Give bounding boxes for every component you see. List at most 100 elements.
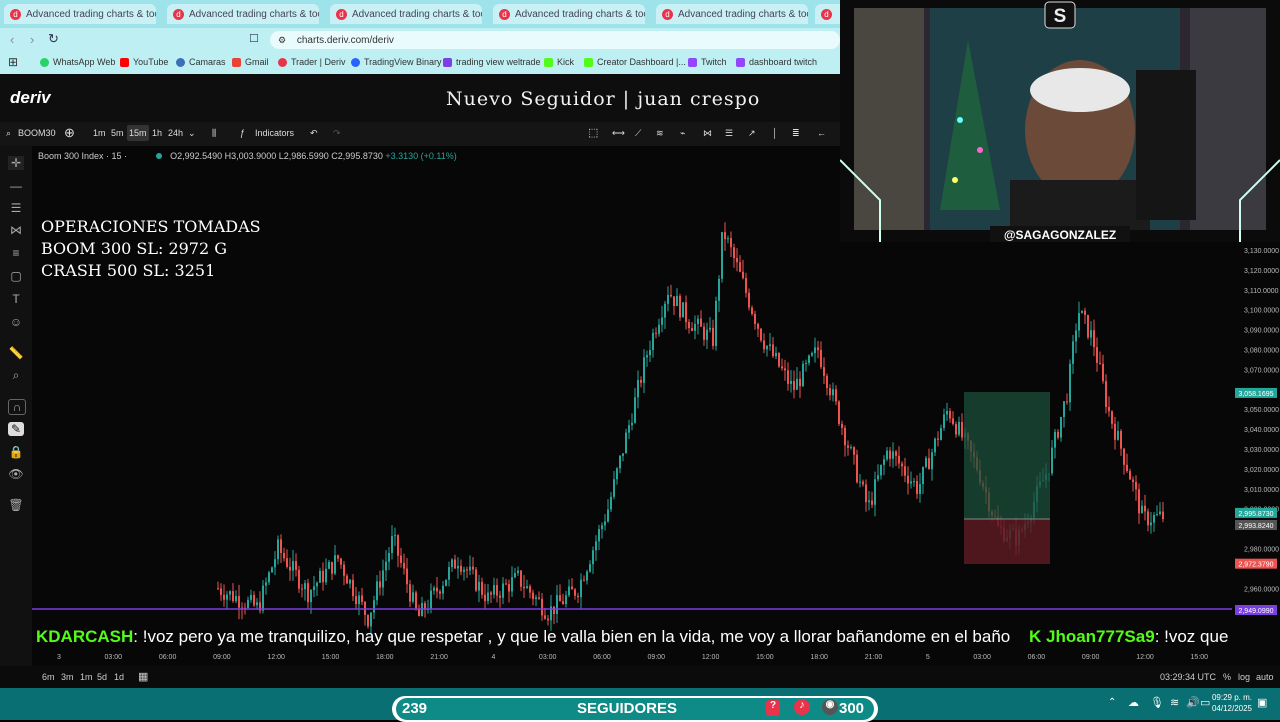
bookmark-kick[interactable]: Kick	[544, 57, 574, 67]
browser-tab[interactable]: dAdvanced trading charts & tools | Tr×	[330, 4, 482, 24]
apps-grid-icon[interactable]: ⊞	[8, 55, 18, 69]
chevron-down-icon[interactable]: ⌄	[188, 128, 196, 139]
crosshair-icon[interactable]: ✛	[8, 156, 24, 170]
fib-tool-icon[interactable]: ☰	[725, 128, 733, 139]
candle-up	[526, 586, 528, 589]
parallel-lines-tool-icon[interactable]: ≣	[792, 128, 800, 139]
time-tick-label: 12:00	[702, 654, 720, 661]
candle-up	[910, 481, 912, 484]
candle-down	[871, 500, 873, 505]
channel-tool-icon[interactable]: ≋	[656, 128, 664, 139]
percent-toggle[interactable]: %	[1223, 672, 1231, 682]
forward-icon[interactable]: ›	[30, 32, 34, 47]
range-1m[interactable]: 1m	[80, 672, 93, 682]
bookmark-tradingview[interactable]: TradingView Binary	[351, 57, 442, 67]
range-5d[interactable]: 5d	[97, 672, 107, 682]
battery-icon[interactable]: ▭	[1200, 696, 1210, 709]
time-tick-label: 09:00	[648, 654, 666, 661]
bookmark-deriv[interactable]: Trader | Deriv	[278, 57, 346, 67]
microphone-icon[interactable]: 🎙	[1150, 696, 1164, 709]
timeframe-1m[interactable]: 1m	[93, 128, 106, 138]
trend-line-tool-icon[interactable]: ⟋	[635, 128, 641, 139]
line-tool-icon[interactable]: —	[8, 179, 24, 193]
vertical-line-tool-icon[interactable]: │	[772, 128, 778, 138]
auto-toggle[interactable]: auto	[1256, 672, 1274, 682]
bookmark-dashboard-twitch[interactable]: dashboard twitch	[736, 57, 817, 67]
pattern-tool-icon[interactable]: ⋈	[703, 128, 712, 139]
taskbar-time[interactable]: 09:29 p. m.	[1210, 693, 1252, 702]
arrow-tool-icon[interactable]: ←	[817, 128, 826, 138]
wifi-icon[interactable]: ≋	[1170, 696, 1179, 709]
candle-down	[829, 388, 831, 396]
time-tick-label: 15:00	[322, 654, 340, 661]
position-tool[interactable]	[964, 392, 1050, 564]
candle-up	[883, 459, 885, 465]
reload-icon[interactable]: ↻	[48, 31, 59, 47]
timeframe-1h[interactable]: 1h	[152, 128, 162, 138]
bookmark-star-icon[interactable]: ☐	[249, 32, 259, 45]
fib-tool-icon[interactable]: ≡	[8, 246, 24, 260]
deriv-logo[interactable]: deriv	[10, 88, 51, 108]
candle-up	[391, 536, 393, 553]
taskbar-date[interactable]: 04/12/2025	[1210, 704, 1252, 713]
browser-tab[interactable]: dAdvanced trading charts & tools | Tr×	[4, 4, 156, 24]
indicators-button[interactable]: Indicators	[255, 128, 294, 138]
search-icon[interactable]: ⌕	[6, 128, 11, 139]
rectangle-tool-icon[interactable]: ⬚	[588, 126, 598, 139]
notifications-icon[interactable]: ▣	[1257, 696, 1267, 709]
emoji-tool-icon[interactable]: ☺	[8, 315, 24, 329]
candle-down	[523, 586, 525, 589]
zoom-icon[interactable]: ⌕	[8, 368, 24, 382]
range-1d[interactable]: 1d	[114, 672, 124, 682]
bookmark-youtube[interactable]: YouTube	[120, 57, 168, 67]
cloud-icon[interactable]: ☁	[1128, 696, 1139, 709]
lock-icon[interactable]: 🔒	[8, 445, 24, 459]
calendar-icon[interactable]: ▦	[138, 670, 148, 683]
candle-type-icon[interactable]: ⫼	[212, 128, 216, 139]
draw-mode-icon[interactable]: ✎	[8, 422, 24, 436]
browser-tab[interactable]: dAdvanced trading charts & tools | Tr×	[656, 4, 808, 24]
bookmark-whatsapp[interactable]: WhatsApp Web	[40, 57, 115, 67]
volume-icon[interactable]: 🔊	[1186, 696, 1200, 709]
horizontal-line-tool-icon[interactable]: ⟷	[612, 128, 625, 139]
symbol-search[interactable]: BOOM300	[18, 128, 56, 138]
undo-icon[interactable]: ↶	[310, 128, 318, 139]
redo-icon[interactable]: ↷	[333, 128, 341, 139]
bookmark-gmail[interactable]: Gmail	[232, 57, 269, 67]
bookmark-tradingview-weltrade[interactable]: trading view weltrade	[443, 57, 541, 67]
bookmark-camaras[interactable]: Camaras	[176, 57, 226, 67]
ruler-icon[interactable]: 📏	[8, 346, 24, 360]
candle-up	[1156, 514, 1158, 516]
pattern-tool-icon[interactable]: ⋈	[8, 223, 24, 237]
range-3m[interactable]: 3m	[61, 672, 74, 682]
bookmark-creator-dashboard[interactable]: Creator Dashboard |...	[584, 57, 686, 67]
candle-down	[280, 539, 282, 553]
browser-tab[interactable]: dAdvanced trading charts & tools | Tr×	[493, 4, 645, 24]
candle-up	[601, 525, 603, 530]
utc-clock[interactable]: 03:29:34 UTC	[1160, 672, 1216, 682]
instrument-name[interactable]: Boom 300 Index · 15 ·	[38, 151, 127, 161]
path-tool-icon[interactable]: ⌁	[680, 128, 685, 139]
timeframe-15m[interactable]: 15m	[127, 125, 149, 141]
browser-tab[interactable]: dAdvanced trading charts & tools | Tr×	[167, 4, 319, 24]
timeframe-5m[interactable]: 5m	[111, 128, 124, 138]
lines-tool-icon[interactable]: ☰	[8, 201, 24, 215]
log-toggle[interactable]: log	[1238, 672, 1250, 682]
bookmark-twitch[interactable]: Twitch	[688, 57, 727, 67]
trash-icon[interactable]: 🗑	[8, 498, 24, 512]
candle-up	[325, 568, 327, 583]
site-info-icon[interactable]: ⚙	[278, 35, 286, 45]
chevron-up-icon[interactable]: ⌃	[1108, 697, 1116, 708]
back-icon[interactable]: ‹	[10, 32, 14, 47]
left-drawing-toolbar: ✛ — ☰ ⋈ ≡ ▢ T ☺ 📏 ⌕ ∩ ✎ 🔒 👁 🗑	[0, 146, 32, 666]
shape-tool-icon[interactable]: ▢	[8, 269, 24, 283]
candle-down	[439, 591, 441, 594]
add-symbol-icon[interactable]: ⊕	[64, 125, 75, 141]
ray-tool-icon[interactable]: ↗	[748, 128, 756, 139]
url-field[interactable]: ⚙ charts.deriv.com/deriv	[270, 31, 840, 49]
text-tool-icon[interactable]: T	[8, 292, 24, 306]
visibility-icon[interactable]: 👁	[8, 467, 24, 481]
range-6m[interactable]: 6m	[42, 672, 55, 682]
timeframe-24h[interactable]: 24h	[168, 128, 183, 138]
magnet-icon[interactable]: ∩	[8, 399, 26, 415]
